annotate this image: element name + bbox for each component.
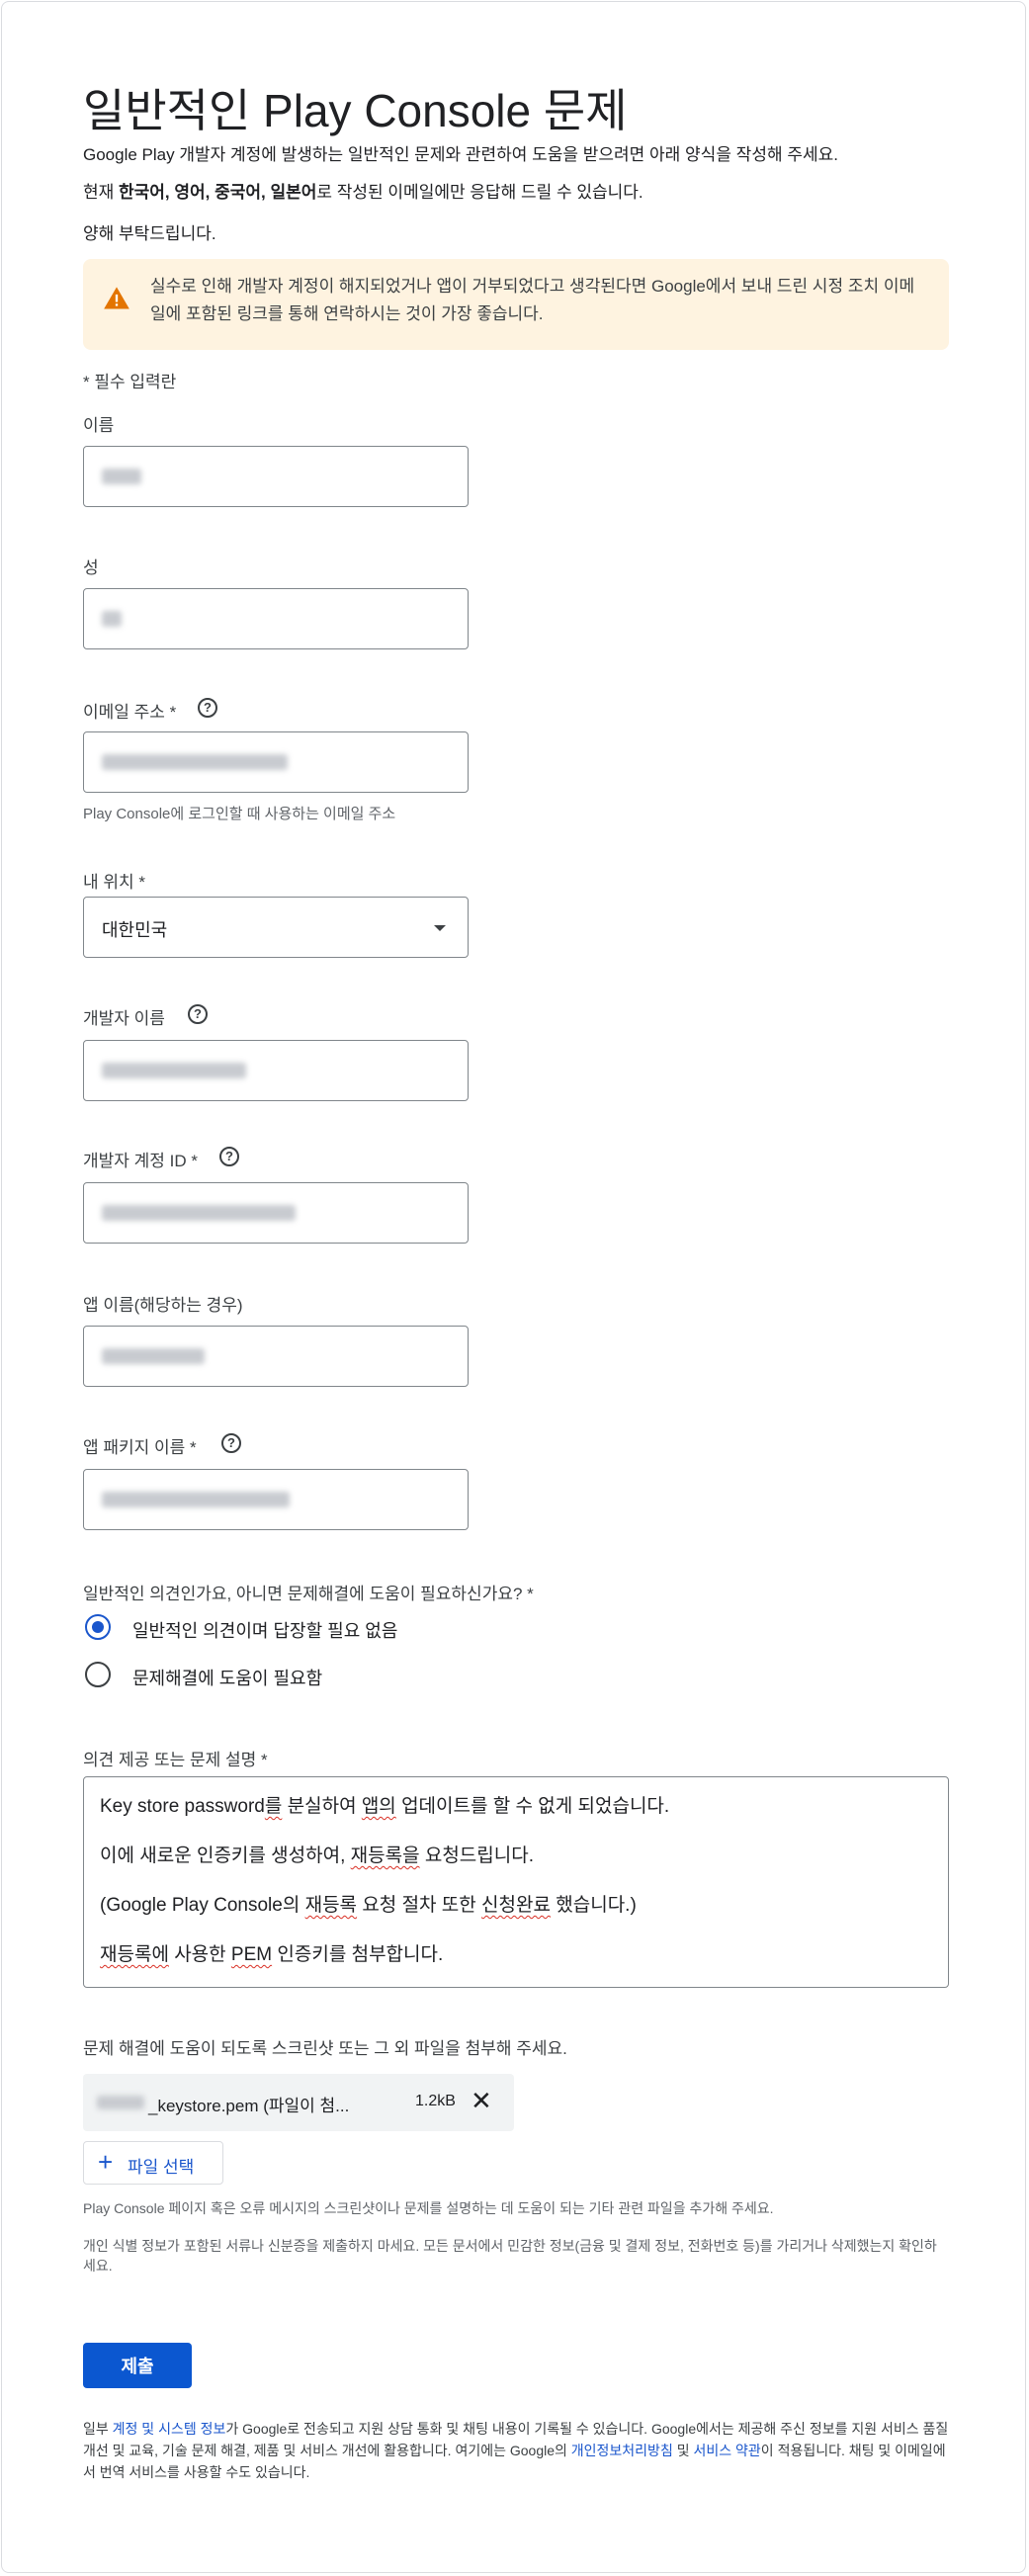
developer-name-input[interactable] — [83, 1040, 469, 1101]
attach-hint: Play Console 페이지 혹은 오류 메시지의 스크린샷이나 문제를 설… — [83, 2200, 774, 2216]
email-label: 이메일 주소 * — [83, 703, 177, 722]
warning-banner: 실수로 인해 개발자 계정이 해지되었거나 앱이 거부되었다고 생각된다면 Go… — [83, 259, 949, 350]
description-line: 재등록에 사용한 PEM 인증키를 첨부합니다. — [100, 1944, 444, 1965]
description-label: 의견 제공 또는 문제 설명 * — [83, 1751, 268, 1769]
file-name: _keystore.pem (파일이 첨... — [148, 2097, 350, 2115]
last-name-input[interactable] — [83, 588, 469, 649]
app-name-input[interactable] — [83, 1326, 469, 1387]
description-textarea[interactable]: Key store password를 분실하여 앱의 업데이트를 할 수 없게… — [83, 1776, 949, 1988]
package-label: 앱 패키지 이름 * — [83, 1438, 197, 1457]
description-line: (Google Play Console의 재등록 요청 절차 또한 신청완료 … — [100, 1895, 637, 1916]
file-size: 1.2kB — [415, 2093, 456, 2109]
submit-button[interactable]: 제출 — [83, 2343, 192, 2388]
description-line: 이에 새로운 인증키를 생성하여, 재등록을 요청드립니다. — [100, 1846, 535, 1866]
privacy-hint: 개인 식별 정보가 포함된 서류나 신분증을 제출하지 마세요. 모든 문서에서… — [83, 2238, 937, 2274]
help-icon[interactable]: ? — [188, 1004, 208, 1024]
help-icon[interactable]: ? — [219, 1147, 239, 1166]
developer-id-input[interactable] — [83, 1182, 469, 1244]
remove-file-icon[interactable]: ✕ — [471, 2086, 492, 2115]
location-select[interactable]: 대한민국 — [83, 897, 469, 958]
developer-name-label: 개발자 이름 — [83, 1009, 165, 1028]
radio-need-help-label: 문제해결에 도움이 필요함 — [132, 1669, 323, 1688]
app-name-label: 앱 이름(해당하는 경우) — [83, 1296, 243, 1315]
last-name-label: 성 — [83, 558, 99, 577]
footer-disclaimer: 일부 계정 및 시스템 정보가 Google로 전송되고 지원 상담 통화 및 … — [83, 2421, 949, 2480]
required-note: * 필수 입력란 — [83, 373, 177, 391]
radio-general-feedback-label: 일반적인 의견이며 답장할 필요 없음 — [132, 1621, 398, 1641]
attached-file-chip: _keystore.pem (파일이 첨... 1.2kB ✕ — [83, 2074, 514, 2131]
apology-text: 양해 부탁드립니다. — [83, 224, 216, 243]
question-label: 일반적인 의견인가요, 아니면 문제해결에 도움이 필요하신가요? * — [83, 1585, 534, 1603]
language-notice: 현재 한국어, 영어, 중국어, 일본어로 작성된 이메일에만 응답해 드릴 수… — [83, 183, 643, 202]
terms-of-service-link[interactable]: 서비스 약관 — [694, 2443, 761, 2458]
choose-file-button[interactable]: + 파일 선택 — [83, 2141, 223, 2185]
email-input[interactable] — [83, 731, 469, 793]
first-name-input[interactable] — [83, 446, 469, 507]
page-title: 일반적인 Play Console 문제 — [83, 85, 628, 136]
intro-text: Google Play 개발자 계정에 발생하는 일반적인 문제와 관련하여 도… — [83, 145, 838, 164]
plus-icon: + — [98, 2147, 114, 2177]
location-value: 대한민국 — [102, 920, 168, 940]
warning-text: 실수로 인해 개발자 계정이 해지되었거나 앱이 거부되었다고 생각된다면 Go… — [150, 277, 915, 323]
system-info-link[interactable]: 계정 및 시스템 정보 — [113, 2421, 226, 2437]
first-name-label: 이름 — [83, 416, 115, 435]
privacy-policy-link[interactable]: 개인정보처리방침 — [571, 2443, 673, 2458]
email-hint: Play Console에 로그인할 때 사용하는 이메일 주소 — [83, 806, 396, 822]
location-label: 내 위치 * — [83, 873, 145, 892]
attach-label: 문제 해결에 도움이 되도록 스크린샷 또는 그 외 파일을 첨부해 주세요. — [83, 2039, 567, 2058]
package-input[interactable] — [83, 1469, 469, 1530]
warning-icon — [104, 287, 129, 309]
dropdown-arrow-icon — [434, 925, 446, 931]
help-icon[interactable]: ? — [221, 1433, 241, 1453]
radio-general-feedback[interactable] — [85, 1614, 111, 1640]
help-icon[interactable]: ? — [198, 698, 217, 718]
description-line: Key store password를 분실하여 앱의 업데이트를 할 수 없게… — [100, 1796, 670, 1817]
developer-id-label: 개발자 계정 ID * — [83, 1152, 198, 1170]
radio-need-help[interactable] — [85, 1662, 111, 1687]
